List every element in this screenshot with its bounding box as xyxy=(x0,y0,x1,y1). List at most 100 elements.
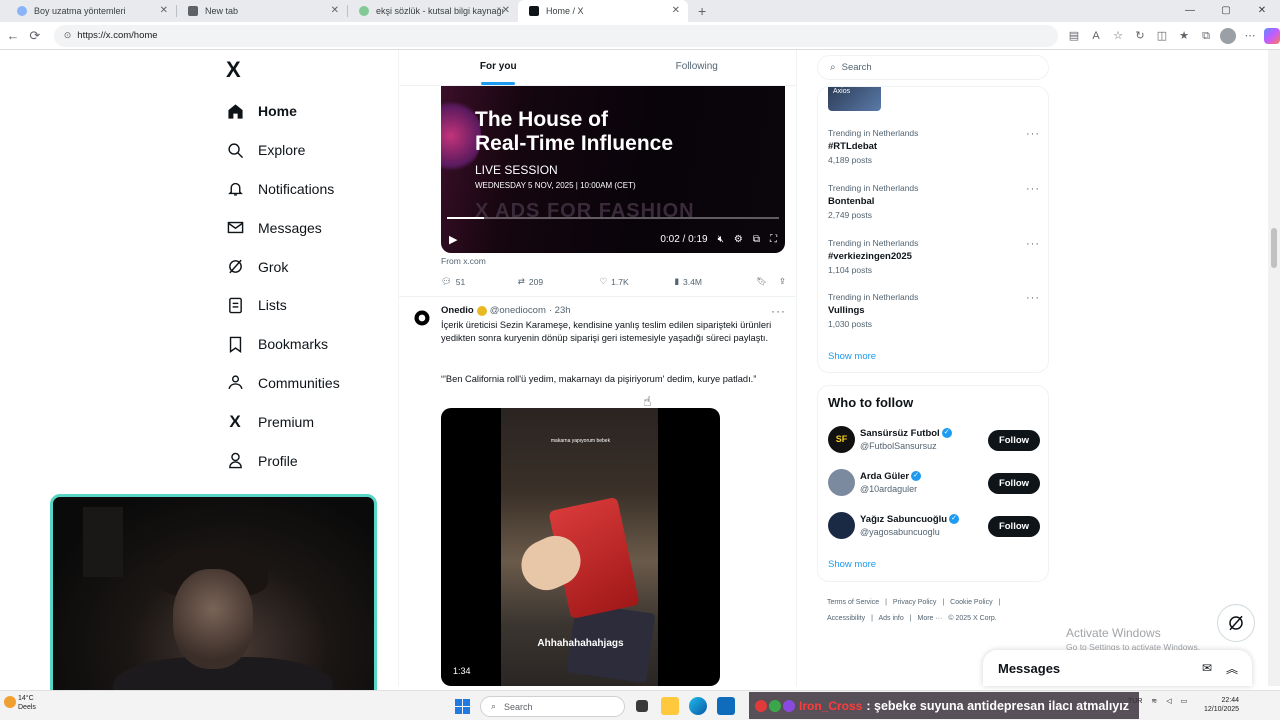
maximize-button[interactable]: ▢ xyxy=(1208,0,1244,22)
footer-link[interactable]: Ads info xyxy=(878,615,903,622)
page-scrollbar[interactable] xyxy=(1268,50,1280,686)
post-video[interactable]: makarna yapıyorum bebek Ahhahahahahjags … xyxy=(441,408,720,686)
suggested-account[interactable]: Arda Güler ✓ @10ardaguler Follow xyxy=(828,469,1040,499)
more-options-icon[interactable]: ··· xyxy=(771,304,786,318)
battery-icon[interactable]: ▭ xyxy=(1181,697,1188,705)
nav-item-lists[interactable]: Lists xyxy=(226,286,340,325)
back-icon[interactable]: ← xyxy=(2,28,24,43)
profile-avatar[interactable] xyxy=(1220,27,1236,44)
author-name[interactable]: Onedio xyxy=(441,305,474,316)
footer-more[interactable]: More ··· xyxy=(918,615,943,622)
avatar[interactable]: SF xyxy=(828,426,855,453)
promoted-video[interactable]: The House of Real-Time Influence LIVE SE… xyxy=(441,86,785,253)
nav-item-notifications[interactable]: Notifications xyxy=(226,170,340,209)
footer-link[interactable]: Privacy Policy xyxy=(893,599,937,606)
trend-item[interactable]: Trending in Netherlands Bontenbal 2,749 … xyxy=(828,183,1040,220)
task-view-icon[interactable] xyxy=(636,700,648,712)
repost-button[interactable]: ⇄ 209 xyxy=(518,276,600,287)
fullscreen-icon[interactable]: ⛶ xyxy=(770,234,777,245)
search-input[interactable]: ⌕ Search xyxy=(817,55,1049,80)
close-window-button[interactable]: ✕ xyxy=(1244,0,1280,22)
trend-item[interactable]: Trending in Netherlands Vullings 1,030 p… xyxy=(828,292,1040,329)
x-logo[interactable]: X xyxy=(226,57,241,83)
close-icon[interactable]: ✕ xyxy=(160,5,168,16)
avatar[interactable] xyxy=(411,307,433,329)
favorite-star-icon[interactable]: ☆ xyxy=(1110,28,1126,44)
url-field[interactable]: ⊙ https://x.com/home xyxy=(53,24,1058,47)
video-progress-bar[interactable] xyxy=(447,217,779,219)
nav-item-profile[interactable]: Profile xyxy=(226,441,340,480)
new-tab-button[interactable]: + xyxy=(688,3,716,19)
reader-icon[interactable]: ▤ xyxy=(1066,28,1082,44)
close-icon[interactable]: ✕ xyxy=(672,5,680,16)
reply-button[interactable]: 💬︎ 51 xyxy=(441,276,518,287)
minimize-button[interactable]: — xyxy=(1172,0,1208,22)
mute-icon[interactable]: 🔇︎ xyxy=(718,234,724,245)
split-screen-icon[interactable]: ◫ xyxy=(1154,28,1170,44)
bookmark-icon[interactable]: 🔖︎ xyxy=(756,276,767,287)
author-handle[interactable]: @onediocom xyxy=(490,305,546,316)
more-options-icon[interactable]: ··· xyxy=(1026,292,1040,304)
browser-tab-2[interactable]: New tab ✕ xyxy=(177,0,347,22)
nav-item-bookmarks[interactable]: Bookmarks xyxy=(226,325,340,364)
play-icon[interactable]: ▶ xyxy=(449,233,457,246)
collections-icon[interactable]: ⧉ xyxy=(1198,28,1214,44)
grok-button[interactable] xyxy=(1217,604,1255,642)
avatar[interactable] xyxy=(828,469,855,496)
browser-tab-3[interactable]: ekşi sözlük - kutsal bilgi kaynağı ✕ xyxy=(348,0,518,22)
nav-item-home[interactable]: Home xyxy=(226,92,340,131)
trend-thumbnail[interactable]: Axios xyxy=(828,87,881,111)
pip-icon[interactable]: ⧉ xyxy=(753,234,760,245)
new-message-icon[interactable]: ✉ xyxy=(1202,661,1212,675)
volume-icon[interactable]: ◁ xyxy=(1166,697,1171,705)
tab-following[interactable]: Following xyxy=(598,50,797,85)
store-icon[interactable] xyxy=(717,697,735,715)
nav-item-explore[interactable]: Explore xyxy=(226,131,340,170)
taskbar-clock[interactable]: 22:44 12/10/2025 xyxy=(1204,696,1239,714)
show-more-trends-link[interactable]: Show more xyxy=(828,351,876,362)
more-options-icon[interactable]: ··· xyxy=(1026,128,1040,140)
views-button[interactable]: ▮ 3.4M xyxy=(674,276,756,287)
file-explorer-icon[interactable] xyxy=(661,697,679,715)
footer-link[interactable]: Accessibility xyxy=(827,615,865,622)
taskbar-search[interactable]: ⌕ Search xyxy=(480,696,625,717)
follow-button[interactable]: Follow xyxy=(988,473,1040,494)
nav-item-messages[interactable]: Messages xyxy=(226,208,340,247)
share-icon[interactable]: ⇪ xyxy=(779,276,786,287)
footer-link[interactable]: Terms of Service xyxy=(827,599,879,606)
browser-tab-1[interactable]: Boy uzatma yöntemleri ✕ xyxy=(6,0,176,22)
suggested-account[interactable]: Yağız Sabuncuoğlu ✓ @yagosabuncuoglu Foll… xyxy=(828,512,1040,542)
favorites-icon[interactable]: ★ xyxy=(1176,28,1192,44)
tab-for-you[interactable]: For you xyxy=(399,50,598,85)
scrollbar-thumb[interactable] xyxy=(1271,228,1277,268)
close-icon[interactable]: ✕ xyxy=(331,5,339,16)
nav-item-communities[interactable]: Communities xyxy=(226,364,340,403)
more-options-icon[interactable]: ··· xyxy=(1026,183,1040,195)
weather-widget[interactable]: 14°C Deels xyxy=(4,694,36,712)
trend-item[interactable]: Trending in Netherlands #RTLdebat 4,189 … xyxy=(828,128,1040,165)
translate-icon[interactable]: A xyxy=(1088,28,1104,44)
browser-tab-4[interactable]: Home / X ✕ xyxy=(518,0,688,22)
more-options-icon[interactable]: ··· xyxy=(1026,238,1040,250)
copilot-icon[interactable] xyxy=(1264,27,1280,44)
messages-drawer[interactable]: Messages ✉ ︽ xyxy=(983,650,1252,686)
show-more-follow-link[interactable]: Show more xyxy=(828,559,876,570)
follow-button[interactable]: Follow xyxy=(988,430,1040,451)
nav-item-grok[interactable]: Grok xyxy=(226,247,340,286)
post-time[interactable]: · 23h xyxy=(549,305,571,316)
like-button[interactable]: ♡ 1.7K xyxy=(600,276,675,287)
wifi-icon[interactable]: ≋ xyxy=(1151,697,1157,705)
menu-icon[interactable]: ⋯ xyxy=(1242,28,1258,44)
edge-icon[interactable] xyxy=(689,697,707,715)
post-source[interactable]: From x.com xyxy=(441,256,486,266)
avatar[interactable] xyxy=(828,512,855,539)
close-icon[interactable]: ✕ xyxy=(502,5,510,16)
reload-icon[interactable]: ⟳ xyxy=(24,28,46,44)
nav-item-premium[interactable]: X Premium xyxy=(226,402,340,441)
site-info-icon[interactable]: ⊙ xyxy=(64,30,72,41)
follow-button[interactable]: Follow xyxy=(988,516,1040,537)
suggested-account[interactable]: SF Sansürsüz Futbol ✓ @FutbolSansursuz Fo… xyxy=(828,426,1040,456)
footer-link[interactable]: Cookie Policy xyxy=(950,599,992,606)
settings-gear-icon[interactable]: ⚙ xyxy=(734,234,743,245)
refresh-ext-icon[interactable]: ↻ xyxy=(1132,28,1148,44)
